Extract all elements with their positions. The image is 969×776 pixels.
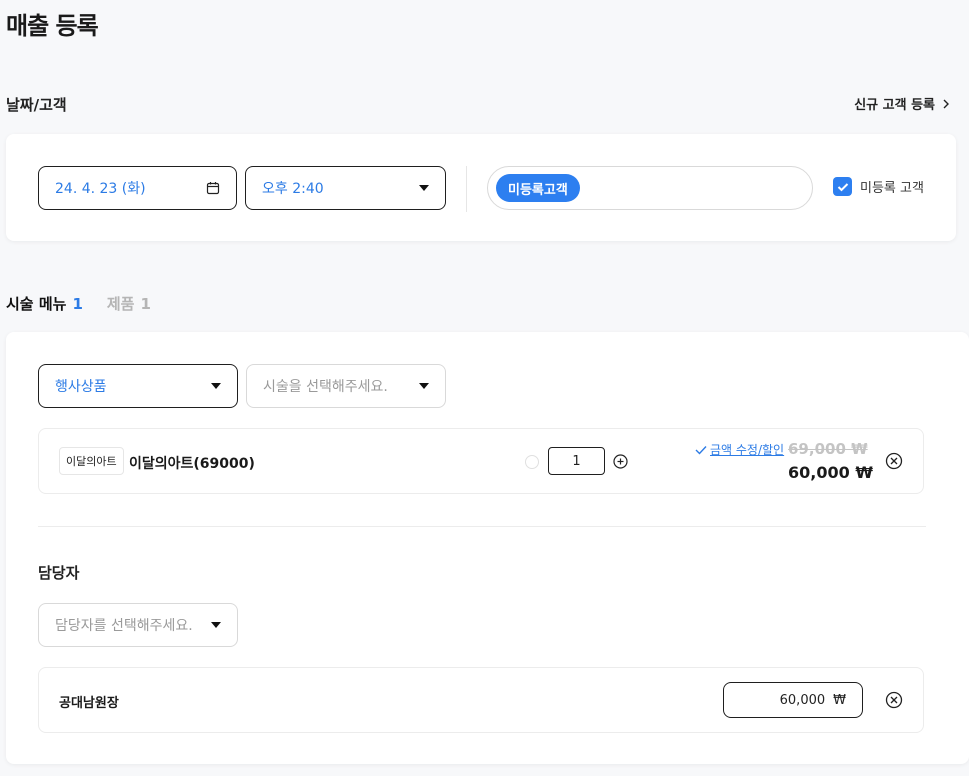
tab-products-label: 제품: [106, 295, 135, 313]
checkbox-checked-icon[interactable]: [833, 177, 852, 196]
divider: [466, 166, 467, 212]
edit-price-discount-link[interactable]: 금액 수정/할인: [695, 441, 784, 458]
remove-circle-icon[interactable]: [885, 452, 903, 470]
plus-circle-icon[interactable]: [613, 454, 628, 469]
tab-service-menu[interactable]: 시술 메뉴 1: [6, 293, 83, 314]
staff-section-title: 담당자: [38, 564, 80, 582]
tab-products-count: 1: [140, 295, 151, 313]
unregistered-customer-label: 미등록 고객: [860, 181, 924, 196]
tab-bar: 시술 메뉴 1 제품 1: [6, 293, 151, 314]
caret-down-icon: [211, 622, 221, 628]
new-customer-link-label: 신규 고객 등록: [854, 98, 935, 113]
check-icon: [695, 445, 707, 455]
service-select-placeholder: 시술을 선택해주세요.: [263, 379, 388, 395]
new-customer-link[interactable]: 신규 고객 등록: [854, 94, 951, 113]
date-value: 24. 4. 23 (화): [55, 181, 146, 197]
service-select[interactable]: 시술을 선택해주세요.: [246, 364, 446, 408]
quantity-input[interactable]: 1: [548, 447, 605, 475]
staff-amount-input[interactable]: 60,000 ₩: [723, 682, 863, 718]
tab-products[interactable]: 제품 1: [107, 293, 151, 314]
service-item-tag: 이달의아트: [59, 447, 124, 475]
time-select[interactable]: 오후 2:40: [245, 166, 446, 210]
edit-price-discount-label: 금액 수정/할인: [710, 443, 785, 457]
date-picker[interactable]: 24. 4. 23 (화): [38, 166, 237, 210]
staff-name: 공대남원장: [59, 696, 119, 711]
service-category-value: 행사상품: [55, 379, 107, 395]
caret-down-icon: [419, 383, 429, 389]
caret-down-icon: [211, 383, 221, 389]
date-customer-section-label: 날짜/고객: [6, 96, 67, 114]
time-value: 오후 2:40: [262, 181, 324, 197]
page-title: 매출 등록: [6, 12, 99, 40]
calendar-icon: [206, 182, 220, 195]
customer-chip[interactable]: 미등록고객: [496, 174, 580, 202]
unregistered-customer-checkbox[interactable]: 미등록 고객: [833, 177, 924, 196]
divider: [38, 526, 926, 527]
staff-select-placeholder: 담당자를 선택해주세요.: [55, 618, 193, 634]
decrease-quantity-button[interactable]: [525, 455, 539, 469]
chevron-right-icon: [943, 99, 949, 108]
tab-service-menu-count: 1: [72, 295, 83, 313]
service-item-name: 이달의아트(69000): [129, 456, 255, 472]
original-price: 69,000 ₩: [788, 440, 868, 458]
service-category-select[interactable]: 행사상품: [38, 364, 238, 408]
staff-amount-value: 60,000: [779, 692, 826, 708]
caret-down-icon: [419, 185, 429, 191]
remove-circle-icon[interactable]: [885, 691, 903, 709]
service-item-row: 이달의아트 이달의아트(69000) 1 금액 수정/할인 69,000 ₩ 6…: [38, 428, 924, 494]
final-price: 60,000 ₩: [788, 463, 873, 482]
staff-row: 공대남원장 60,000 ₩: [38, 667, 924, 733]
currency-symbol: ₩: [833, 692, 846, 708]
tab-service-menu-label: 시술 메뉴: [6, 295, 67, 313]
staff-select[interactable]: 담당자를 선택해주세요.: [38, 603, 238, 647]
customer-search-field[interactable]: 미등록고객: [487, 166, 813, 210]
